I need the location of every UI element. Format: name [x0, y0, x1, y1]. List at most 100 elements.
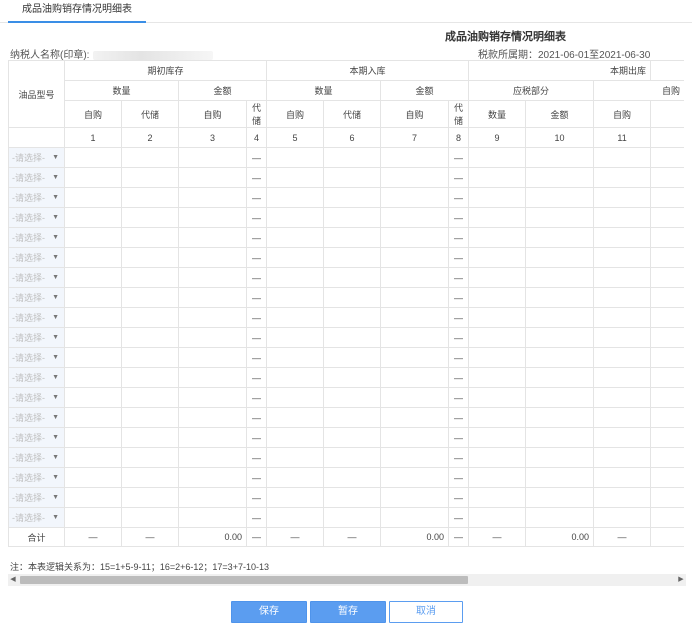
input-cell[interactable] [64, 367, 122, 388]
input-cell[interactable] [323, 407, 382, 428]
input-cell[interactable] [650, 287, 684, 308]
input-cell[interactable] [468, 507, 527, 528]
input-cell[interactable] [593, 247, 652, 268]
input-cell[interactable] [64, 507, 122, 528]
input-cell[interactable] [593, 487, 652, 508]
input-cell[interactable] [323, 187, 382, 208]
input-cell[interactable] [650, 167, 684, 188]
input-cell[interactable] [650, 147, 684, 168]
input-cell[interactable] [468, 247, 527, 268]
input-cell[interactable] [380, 167, 450, 188]
input-cell[interactable] [266, 167, 325, 188]
input-cell[interactable] [650, 207, 684, 228]
input-cell[interactable] [593, 467, 652, 488]
scroll-left-icon[interactable]: ◀ [8, 574, 18, 586]
input-cell[interactable] [323, 227, 382, 248]
input-cell[interactable] [178, 507, 247, 528]
input-cell[interactable] [64, 347, 122, 368]
input-cell[interactable] [380, 467, 450, 488]
input-cell[interactable] [64, 207, 122, 228]
input-cell[interactable] [525, 147, 595, 168]
input-cell[interactable] [380, 507, 450, 528]
input-cell[interactable] [266, 227, 325, 248]
input-cell[interactable] [266, 247, 325, 268]
input-cell[interactable] [380, 207, 450, 228]
input-cell[interactable] [525, 407, 595, 428]
input-cell[interactable] [178, 267, 247, 288]
input-cell[interactable] [380, 387, 450, 408]
input-cell[interactable] [525, 447, 595, 468]
input-cell[interactable] [178, 167, 247, 188]
input-cell[interactable] [380, 347, 450, 368]
product-type-select[interactable]: -请选择- ▼ [8, 347, 65, 368]
input-cell[interactable] [323, 447, 382, 468]
input-cell[interactable] [593, 187, 652, 208]
input-cell[interactable] [468, 407, 527, 428]
input-cell[interactable] [593, 407, 652, 428]
input-cell[interactable] [64, 287, 122, 308]
input-cell[interactable] [64, 387, 122, 408]
cancel-button[interactable]: 取消 [389, 601, 463, 623]
input-cell[interactable] [64, 167, 122, 188]
input-cell[interactable] [468, 487, 527, 508]
input-cell[interactable] [266, 407, 325, 428]
input-cell[interactable] [178, 227, 247, 248]
input-cell[interactable] [525, 487, 595, 508]
input-cell[interactable] [380, 267, 450, 288]
input-cell[interactable] [468, 307, 527, 328]
input-cell[interactable] [323, 167, 382, 188]
input-cell[interactable] [121, 247, 179, 268]
input-cell[interactable] [121, 287, 179, 308]
input-cell[interactable] [380, 447, 450, 468]
input-cell[interactable] [121, 347, 179, 368]
input-cell[interactable] [468, 467, 527, 488]
input-cell[interactable] [178, 327, 247, 348]
input-cell[interactable] [266, 287, 325, 308]
input-cell[interactable] [525, 167, 595, 188]
input-cell[interactable] [525, 387, 595, 408]
input-cell[interactable] [178, 387, 247, 408]
input-cell[interactable] [650, 227, 684, 248]
product-type-select[interactable]: -请选择- ▼ [8, 487, 65, 508]
scroll-right-icon[interactable]: ▶ [676, 574, 686, 586]
input-cell[interactable] [266, 327, 325, 348]
product-type-select[interactable]: -请选择- ▼ [8, 307, 65, 328]
input-cell[interactable] [593, 447, 652, 468]
product-type-select[interactable]: -请选择- ▼ [8, 387, 65, 408]
input-cell[interactable] [380, 487, 450, 508]
input-cell[interactable] [593, 307, 652, 328]
input-cell[interactable] [650, 307, 684, 328]
input-cell[interactable] [650, 447, 684, 468]
input-cell[interactable] [64, 147, 122, 168]
input-cell[interactable] [593, 387, 652, 408]
input-cell[interactable] [593, 347, 652, 368]
product-type-select[interactable]: -请选择- ▼ [8, 187, 65, 208]
input-cell[interactable] [121, 467, 179, 488]
table-container[interactable]: 油品型号 期初库存 本期入库 本期出库 主 数量 金额 数量 金额 应税部分 自… [8, 60, 684, 557]
input-cell[interactable] [650, 327, 684, 348]
input-cell[interactable] [121, 307, 179, 328]
input-cell[interactable] [178, 207, 247, 228]
input-cell[interactable] [266, 307, 325, 328]
input-cell[interactable] [468, 327, 527, 348]
input-cell[interactable] [380, 327, 450, 348]
input-cell[interactable] [64, 427, 122, 448]
input-cell[interactable] [468, 227, 527, 248]
input-cell[interactable] [64, 247, 122, 268]
input-cell[interactable] [64, 487, 122, 508]
input-cell[interactable] [121, 227, 179, 248]
horizontal-scrollbar[interactable]: ◀ ▶ [8, 574, 686, 586]
input-cell[interactable] [64, 187, 122, 208]
input-cell[interactable] [121, 147, 179, 168]
input-cell[interactable] [121, 387, 179, 408]
product-type-select[interactable]: -请选择- ▼ [8, 507, 65, 528]
input-cell[interactable] [266, 467, 325, 488]
input-cell[interactable] [178, 287, 247, 308]
input-cell[interactable] [64, 227, 122, 248]
input-cell[interactable] [593, 367, 652, 388]
input-cell[interactable] [468, 147, 527, 168]
input-cell[interactable] [121, 167, 179, 188]
tab-detail-table[interactable]: 成品油购销存情况明细表 [8, 0, 146, 23]
input-cell[interactable] [266, 507, 325, 528]
input-cell[interactable] [468, 267, 527, 288]
